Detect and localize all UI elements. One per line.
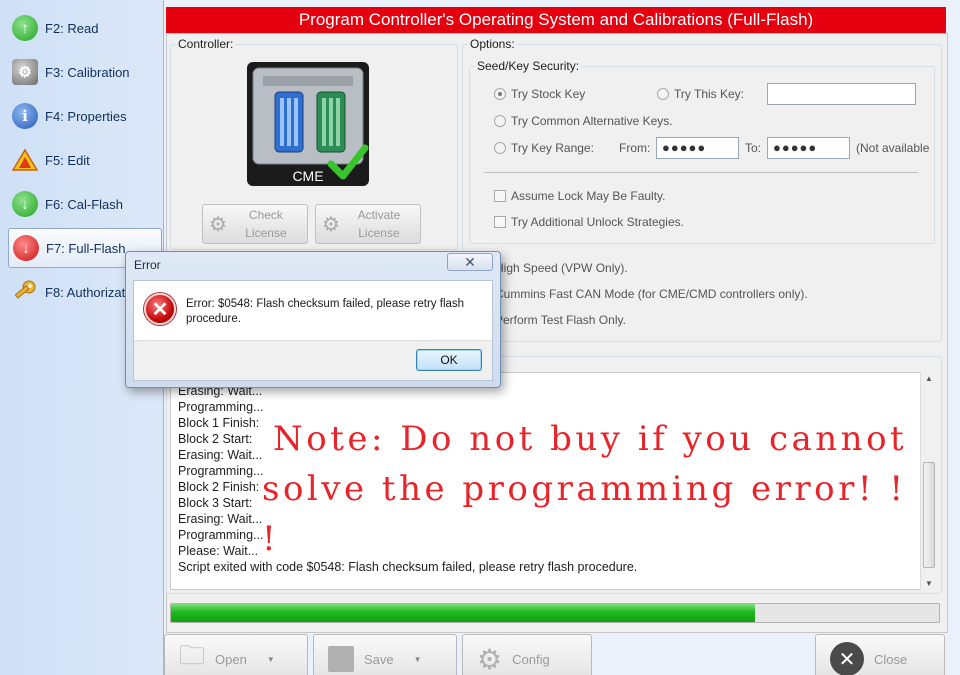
scroll-up-arrow-icon[interactable]: ▲ (925, 374, 933, 383)
sidebar-item-cal-flash[interactable]: ↓ F6: Cal-Flash (8, 184, 162, 224)
error-message: Error: $0548: Flash checksum failed, ple… (186, 298, 465, 325)
save-button[interactable]: Save ▼ (313, 634, 457, 675)
divider (484, 172, 918, 173)
assume-lock-checkbox[interactable]: Assume Lock May Be Faulty. (494, 189, 666, 203)
close-button-label: Close (874, 651, 908, 667)
try-common-keys-radio[interactable]: Try Common Alternative Keys. (494, 114, 673, 128)
try-unlock-checkbox[interactable]: Try Additional Unlock Strategies. (494, 215, 684, 229)
sidebar-item-label: F2: Read (45, 20, 99, 36)
activate-license-label-line2: License (358, 226, 400, 240)
from-label: From: (619, 141, 651, 155)
check-license-label-line1: Check (248, 208, 283, 222)
key-range-to-input[interactable]: ●●●●● (767, 137, 850, 159)
progress-bar (170, 603, 940, 623)
dialog-footer: OK (134, 340, 492, 380)
floppy-disk-icon (328, 646, 354, 672)
red-arrow-down-icon: ↓ (13, 235, 39, 261)
error-dialog: Error ✕ ✕ Error: $0548: Flash checksum f… (125, 251, 501, 388)
try-stock-key-radio[interactable]: Try Stock Key (494, 87, 585, 101)
seed-key-group-label: Seed/Key Security: (475, 59, 582, 73)
key-range-from-input[interactable]: ●●●●● (656, 137, 739, 159)
sidebar-item-label: F7: Full-Flash (46, 240, 126, 256)
chevron-down-icon: ▼ (413, 654, 422, 664)
close-icon: ✕ (830, 642, 864, 675)
sidebar-item-label: F4: Properties (45, 108, 127, 124)
config-button-label: Config (512, 651, 550, 667)
sidebar-item-label: F8: Authorizati (45, 284, 129, 300)
activate-license-label-line1: Activate (357, 208, 401, 222)
license-gear-icon: ⚙ (322, 213, 340, 236)
close-icon: ✕ (464, 253, 476, 270)
try-key-range-radio[interactable]: Try Key Range: (494, 141, 594, 155)
save-button-label: Save (364, 651, 394, 667)
sidebar-item-label: F3: Calibration (45, 64, 130, 80)
dialog-body: ✕ Error: $0548: Flash checksum failed, p… (133, 280, 493, 381)
folder-icon: 🗀 (179, 640, 206, 670)
note-line-2: solve the programming error! ! ! (262, 469, 907, 559)
sidebar-item-calibration[interactable]: ⚙ F3: Calibration (8, 52, 162, 92)
warning-note: Note: Do not buy if you cannot solve the… (262, 414, 932, 564)
license-gear-icon: ⚙ (209, 213, 227, 236)
to-label: To: (745, 141, 762, 155)
ok-button[interactable]: OK (416, 349, 482, 371)
controller-module-label: CME (292, 168, 324, 184)
green-arrow-down-icon: ↓ (12, 191, 38, 217)
sidebar-item-label: F6: Cal-Flash (45, 196, 124, 212)
progress-fill (171, 604, 755, 622)
info-icon: i (12, 103, 38, 129)
not-available-note: (Not available (856, 141, 930, 155)
close-button[interactable]: ✕ Close (815, 634, 945, 675)
open-button-label: Open (215, 651, 247, 667)
dialog-title: Error (134, 258, 161, 272)
wrench-gear-icon: ⚙ (12, 59, 38, 85)
warning-triangle-icon (12, 147, 38, 173)
page-title: Program Controller's Operating System an… (166, 7, 946, 33)
scroll-down-arrow-icon[interactable]: ▼ (925, 579, 933, 588)
open-button[interactable]: 🗀 Open ▼ (164, 634, 308, 675)
config-button[interactable]: ⚙ Config (462, 634, 592, 675)
green-arrow-up-icon: ↑ (12, 15, 38, 41)
sidebar-item-label: F5: Edit (45, 152, 90, 168)
error-icon: ✕ (144, 293, 176, 325)
sidebar-item-read[interactable]: ↑ F2: Read (8, 8, 162, 48)
dialog-close-button[interactable]: ✕ (447, 253, 493, 271)
chevron-down-icon: ▼ (266, 654, 275, 664)
try-this-key-radio[interactable]: Try This Key: (657, 87, 744, 101)
controller-group-label: Controller: (176, 37, 236, 51)
controller-module-image: CME (247, 62, 369, 186)
try-this-key-input[interactable] (767, 83, 916, 105)
key-icon (12, 279, 38, 305)
sidebar-item-edit[interactable]: F5: Edit (8, 140, 162, 180)
cummins-can-checkbox[interactable]: Cummins Fast CAN Mode (for CME/CMD contr… (478, 287, 808, 301)
check-license-button[interactable]: ⚙ Check License (202, 204, 308, 244)
check-license-label-line2: License (245, 226, 287, 240)
sidebar-item-properties[interactable]: i F4: Properties (8, 96, 162, 136)
gears-icon: ⚙ (477, 643, 503, 675)
activate-license-button[interactable]: ⚙ Activate License (315, 204, 421, 244)
note-line-1: Note: Do not buy if you cannot (273, 419, 908, 459)
options-group-label: Options: (468, 37, 517, 51)
log-line: Programming... (178, 400, 264, 414)
